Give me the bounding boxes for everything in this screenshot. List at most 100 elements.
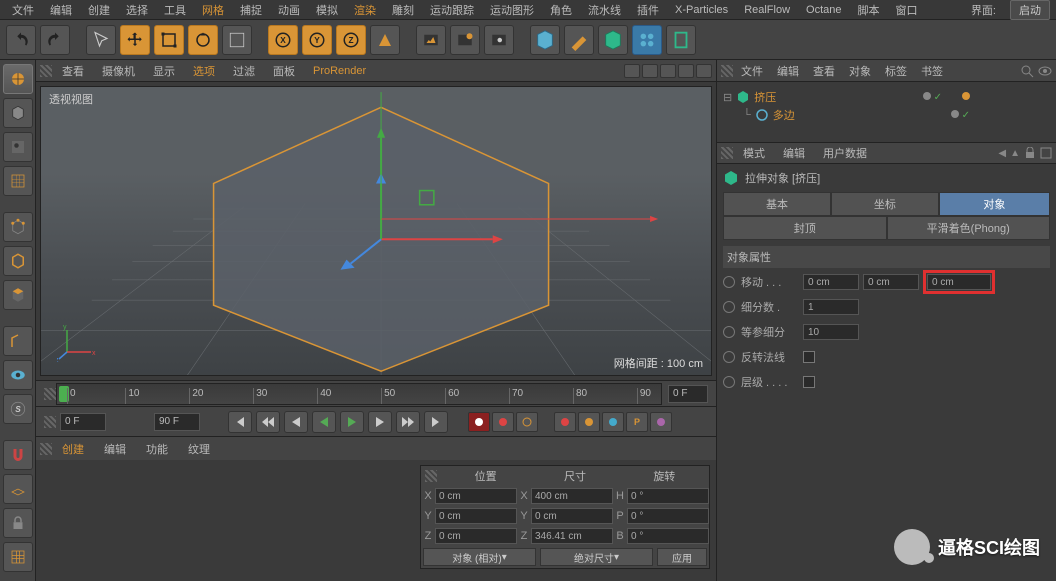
history-fwd-icon[interactable]: ▲	[1010, 148, 1020, 159]
tree-item-extrude[interactable]: ⊟ 挤压 ✓	[723, 88, 1050, 106]
range-end-field[interactable]	[154, 413, 200, 431]
view-prorender[interactable]: ProRender	[305, 63, 374, 79]
menu-character[interactable]: 角色	[544, 0, 578, 20]
tab-create[interactable]: 创建	[52, 438, 94, 460]
next-frame-button[interactable]	[368, 411, 392, 433]
deformer-bend[interactable]	[666, 25, 696, 55]
panel-grip-icon[interactable]	[44, 416, 56, 428]
move-x-field[interactable]	[803, 274, 859, 290]
range-start-field[interactable]	[60, 413, 106, 431]
menu-mesh[interactable]: 网格	[196, 0, 230, 20]
om-tags[interactable]: 标签	[879, 61, 913, 81]
search-icon[interactable]	[1020, 64, 1034, 78]
spline-pen[interactable]	[564, 25, 594, 55]
prev-key-button[interactable]	[256, 411, 280, 433]
viewport-nav-icon[interactable]	[660, 64, 676, 78]
move-y-field[interactable]	[863, 274, 919, 290]
coord-system[interactable]	[370, 25, 400, 55]
radio-icon[interactable]	[723, 301, 735, 313]
viewport-nav-icon[interactable]	[642, 64, 658, 78]
view-cameras[interactable]: 摄像机	[94, 61, 143, 81]
goto-start-button[interactable]	[228, 411, 252, 433]
menu-plugins[interactable]: 插件	[631, 0, 665, 20]
menu-sculpt[interactable]: 雕刻	[386, 0, 420, 20]
menu-pipeline[interactable]: 流水线	[582, 0, 627, 20]
render-settings[interactable]	[484, 25, 514, 55]
move-tool[interactable]	[120, 25, 150, 55]
menu-render[interactable]: 渲染	[348, 0, 382, 20]
radio-icon[interactable]	[723, 326, 735, 338]
pos-z-field[interactable]	[435, 528, 517, 544]
snap-s[interactable]: S	[3, 394, 33, 424]
move-z-field[interactable]	[927, 274, 991, 290]
attr-edit[interactable]: 编辑	[775, 143, 813, 163]
panel-grip-icon[interactable]	[40, 443, 52, 455]
eye-icon[interactable]	[1038, 64, 1052, 78]
tree-item-polygon[interactable]: └ 多边 ✓	[723, 106, 1050, 124]
tab-object[interactable]: 对象	[939, 192, 1050, 216]
newwin-icon[interactable]	[1040, 147, 1052, 159]
render-view[interactable]	[416, 25, 446, 55]
point-mode[interactable]	[3, 212, 33, 242]
menu-animate[interactable]: 动画	[272, 0, 306, 20]
timeline-ruler[interactable]: 0 10 20 30 40 50 60 70 80 90	[56, 383, 662, 405]
lock-icon[interactable]	[1024, 147, 1036, 159]
layout-selector[interactable]: 启动	[1010, 0, 1050, 20]
size-x-field[interactable]	[531, 488, 613, 504]
menu-script[interactable]: 脚本	[852, 0, 886, 20]
current-frame-field[interactable]	[668, 385, 708, 403]
menu-simulate[interactable]: 模拟	[310, 0, 344, 20]
menu-realflow[interactable]: RealFlow	[738, 2, 796, 18]
history-back-icon[interactable]: ◀	[998, 148, 1006, 159]
axis-tool[interactable]	[3, 326, 33, 356]
primitive-cube[interactable]	[530, 25, 560, 55]
panel-grip-icon[interactable]	[721, 147, 733, 159]
key-rot-button[interactable]	[602, 412, 624, 432]
view-filter[interactable]: 过滤	[225, 61, 263, 81]
next-key-button[interactable]	[396, 411, 420, 433]
tab-texture[interactable]: 纹理	[178, 438, 220, 460]
last-tool[interactable]	[222, 25, 252, 55]
viewport-nav-icon[interactable]	[624, 64, 640, 78]
attr-userdata[interactable]: 用户数据	[815, 143, 875, 163]
pos-y-field[interactable]	[435, 508, 517, 524]
perspective-viewport[interactable]: 透视视图	[40, 86, 712, 376]
panel-grip-icon[interactable]	[40, 65, 52, 77]
generator-subdivision[interactable]	[598, 25, 628, 55]
menu-create[interactable]: 创建	[82, 0, 116, 20]
panel-grip-icon[interactable]	[721, 65, 733, 77]
redo-button[interactable]	[40, 25, 70, 55]
subdiv-field[interactable]	[803, 299, 859, 315]
radio-icon[interactable]	[723, 376, 735, 388]
menu-mograph[interactable]: 运动图形	[484, 0, 540, 20]
keysel-button[interactable]	[516, 412, 538, 432]
axis-lock-x[interactable]: X	[268, 25, 298, 55]
texture-mode[interactable]	[3, 132, 33, 162]
generator-array[interactable]	[632, 25, 662, 55]
om-view[interactable]: 查看	[807, 61, 841, 81]
panel-grip-icon[interactable]	[44, 388, 56, 400]
lock-tool[interactable]	[3, 508, 33, 538]
key-pos-button[interactable]	[554, 412, 576, 432]
rot-h-field[interactable]	[627, 488, 709, 504]
menu-tracker[interactable]: 运动跟踪	[424, 0, 480, 20]
apply-button[interactable]: 应用	[657, 548, 707, 566]
magnet-tool[interactable]	[3, 440, 33, 470]
hier-checkbox[interactable]	[803, 376, 815, 388]
panel-grip-icon[interactable]	[425, 470, 437, 482]
menu-file[interactable]: 文件	[6, 0, 40, 20]
axis-lock-z[interactable]: Z	[336, 25, 366, 55]
view-view[interactable]: 查看	[54, 61, 92, 81]
view-display[interactable]: 显示	[145, 61, 183, 81]
size-mode-select[interactable]: 绝对尺寸 ▾	[540, 548, 653, 566]
viewport-nav-icon[interactable]	[678, 64, 694, 78]
pos-x-field[interactable]	[435, 488, 517, 504]
select-tool[interactable]	[86, 25, 116, 55]
om-bookmarks[interactable]: 书签	[915, 61, 949, 81]
view-panel[interactable]: 面板	[265, 61, 303, 81]
record-button[interactable]	[468, 412, 490, 432]
menu-window[interactable]: 窗口	[890, 0, 924, 20]
radio-icon[interactable]	[723, 276, 735, 288]
goto-end-button[interactable]	[424, 411, 448, 433]
menu-octane[interactable]: Octane	[800, 2, 847, 18]
